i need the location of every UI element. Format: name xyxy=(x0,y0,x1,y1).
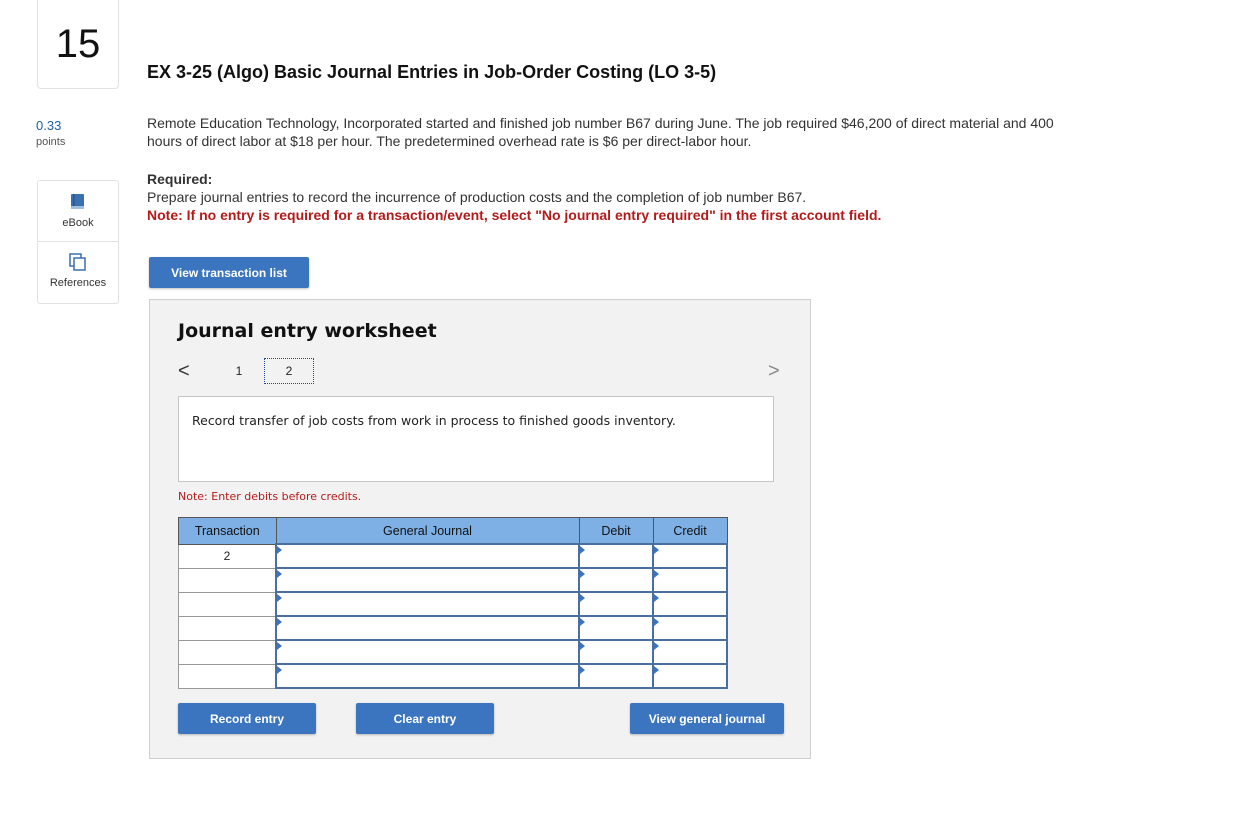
account-input[interactable] xyxy=(275,567,580,593)
clear-entry-button[interactable]: Clear entry xyxy=(356,703,494,734)
next-page-icon[interactable]: > xyxy=(768,360,780,383)
debit-input[interactable] xyxy=(578,591,654,617)
dropdown-marker-icon xyxy=(277,642,282,650)
col-transaction: Transaction xyxy=(178,517,277,545)
dropdown-marker-icon xyxy=(277,594,282,602)
points-label: points xyxy=(36,136,66,148)
account-input[interactable] xyxy=(275,591,580,617)
col-credit: Credit xyxy=(652,517,728,545)
references-icon xyxy=(69,253,86,271)
dropdown-marker-icon xyxy=(277,570,282,578)
input-marker-icon xyxy=(654,642,659,650)
dropdown-marker-icon xyxy=(277,546,282,554)
dropdown-marker-icon xyxy=(277,618,282,626)
problem-description: Remote Education Technology, Incorporate… xyxy=(147,115,1054,149)
points-value: 0.33 xyxy=(36,118,62,133)
input-marker-icon xyxy=(654,618,659,626)
credit-input[interactable] xyxy=(652,663,728,689)
input-marker-icon xyxy=(580,642,585,650)
page-tab-1[interactable]: 1 xyxy=(214,358,264,384)
account-input[interactable] xyxy=(275,663,580,689)
prev-page-icon[interactable]: < xyxy=(178,360,190,383)
input-marker-icon xyxy=(654,570,659,578)
required-section: Required: Prepare journal entries to rec… xyxy=(147,170,881,224)
table-row xyxy=(178,567,728,593)
journal-entry-worksheet: Journal entry worksheet < 1 2 > Record t… xyxy=(149,299,811,759)
references-button[interactable]: References xyxy=(38,241,118,301)
journal-table: Transaction General Journal Debit Credit… xyxy=(178,517,728,689)
table-row xyxy=(178,663,728,689)
entry-note: Note: Enter debits before credits. xyxy=(178,490,362,503)
debit-input[interactable] xyxy=(578,543,654,569)
dropdown-marker-icon xyxy=(277,666,282,674)
transaction-cell xyxy=(178,615,277,641)
instruction-box: Record transfer of job costs from work i… xyxy=(178,396,774,482)
debit-input[interactable] xyxy=(578,615,654,641)
credit-input[interactable] xyxy=(652,615,728,641)
worksheet-title: Journal entry worksheet xyxy=(178,320,437,342)
transaction-cell xyxy=(178,591,277,617)
required-note: Note: If no entry is required for a tran… xyxy=(147,207,882,223)
references-label: References xyxy=(49,277,107,289)
input-marker-icon xyxy=(654,594,659,602)
transaction-cell: 2 xyxy=(178,543,277,569)
input-marker-icon xyxy=(580,618,585,626)
col-debit: Debit xyxy=(578,517,654,545)
account-input[interactable] xyxy=(275,639,580,665)
transaction-cell xyxy=(178,567,277,593)
page-tab-2[interactable]: 2 xyxy=(264,358,314,384)
table-row: 2 xyxy=(178,543,728,569)
input-marker-icon xyxy=(654,546,659,554)
input-marker-icon xyxy=(580,570,585,578)
debit-input[interactable] xyxy=(578,663,654,689)
table-row xyxy=(178,639,728,665)
tools-panel: eBook References xyxy=(37,180,119,304)
transaction-cell xyxy=(178,639,277,665)
record-entry-button[interactable]: Record entry xyxy=(178,703,316,734)
transaction-cell xyxy=(178,663,277,689)
credit-input[interactable] xyxy=(652,567,728,593)
book-icon xyxy=(71,194,84,209)
input-marker-icon xyxy=(580,546,585,554)
debit-input[interactable] xyxy=(578,567,654,593)
input-marker-icon xyxy=(580,666,585,674)
input-marker-icon xyxy=(580,594,585,602)
view-transaction-list-button[interactable]: View transaction list xyxy=(149,257,309,288)
debit-input[interactable] xyxy=(578,639,654,665)
problem-title: EX 3-25 (Algo) Basic Journal Entries in … xyxy=(147,62,717,82)
points-info: 0.33 points xyxy=(36,118,65,150)
ebook-label: eBook xyxy=(62,217,94,229)
credit-input[interactable] xyxy=(652,591,728,617)
credit-input[interactable] xyxy=(652,639,728,665)
required-heading: Required: xyxy=(147,171,213,187)
account-input[interactable] xyxy=(275,543,580,569)
account-input[interactable] xyxy=(275,615,580,641)
table-row xyxy=(178,591,728,617)
table-row xyxy=(178,615,728,641)
input-marker-icon xyxy=(654,666,659,674)
view-general-journal-button[interactable]: View general journal xyxy=(630,703,784,734)
required-text: Prepare journal entries to record the in… xyxy=(147,189,807,205)
ebook-button[interactable]: eBook xyxy=(38,181,118,241)
question-number: 15 xyxy=(37,0,119,89)
credit-input[interactable] xyxy=(652,543,728,569)
col-general-journal: General Journal xyxy=(275,517,580,545)
